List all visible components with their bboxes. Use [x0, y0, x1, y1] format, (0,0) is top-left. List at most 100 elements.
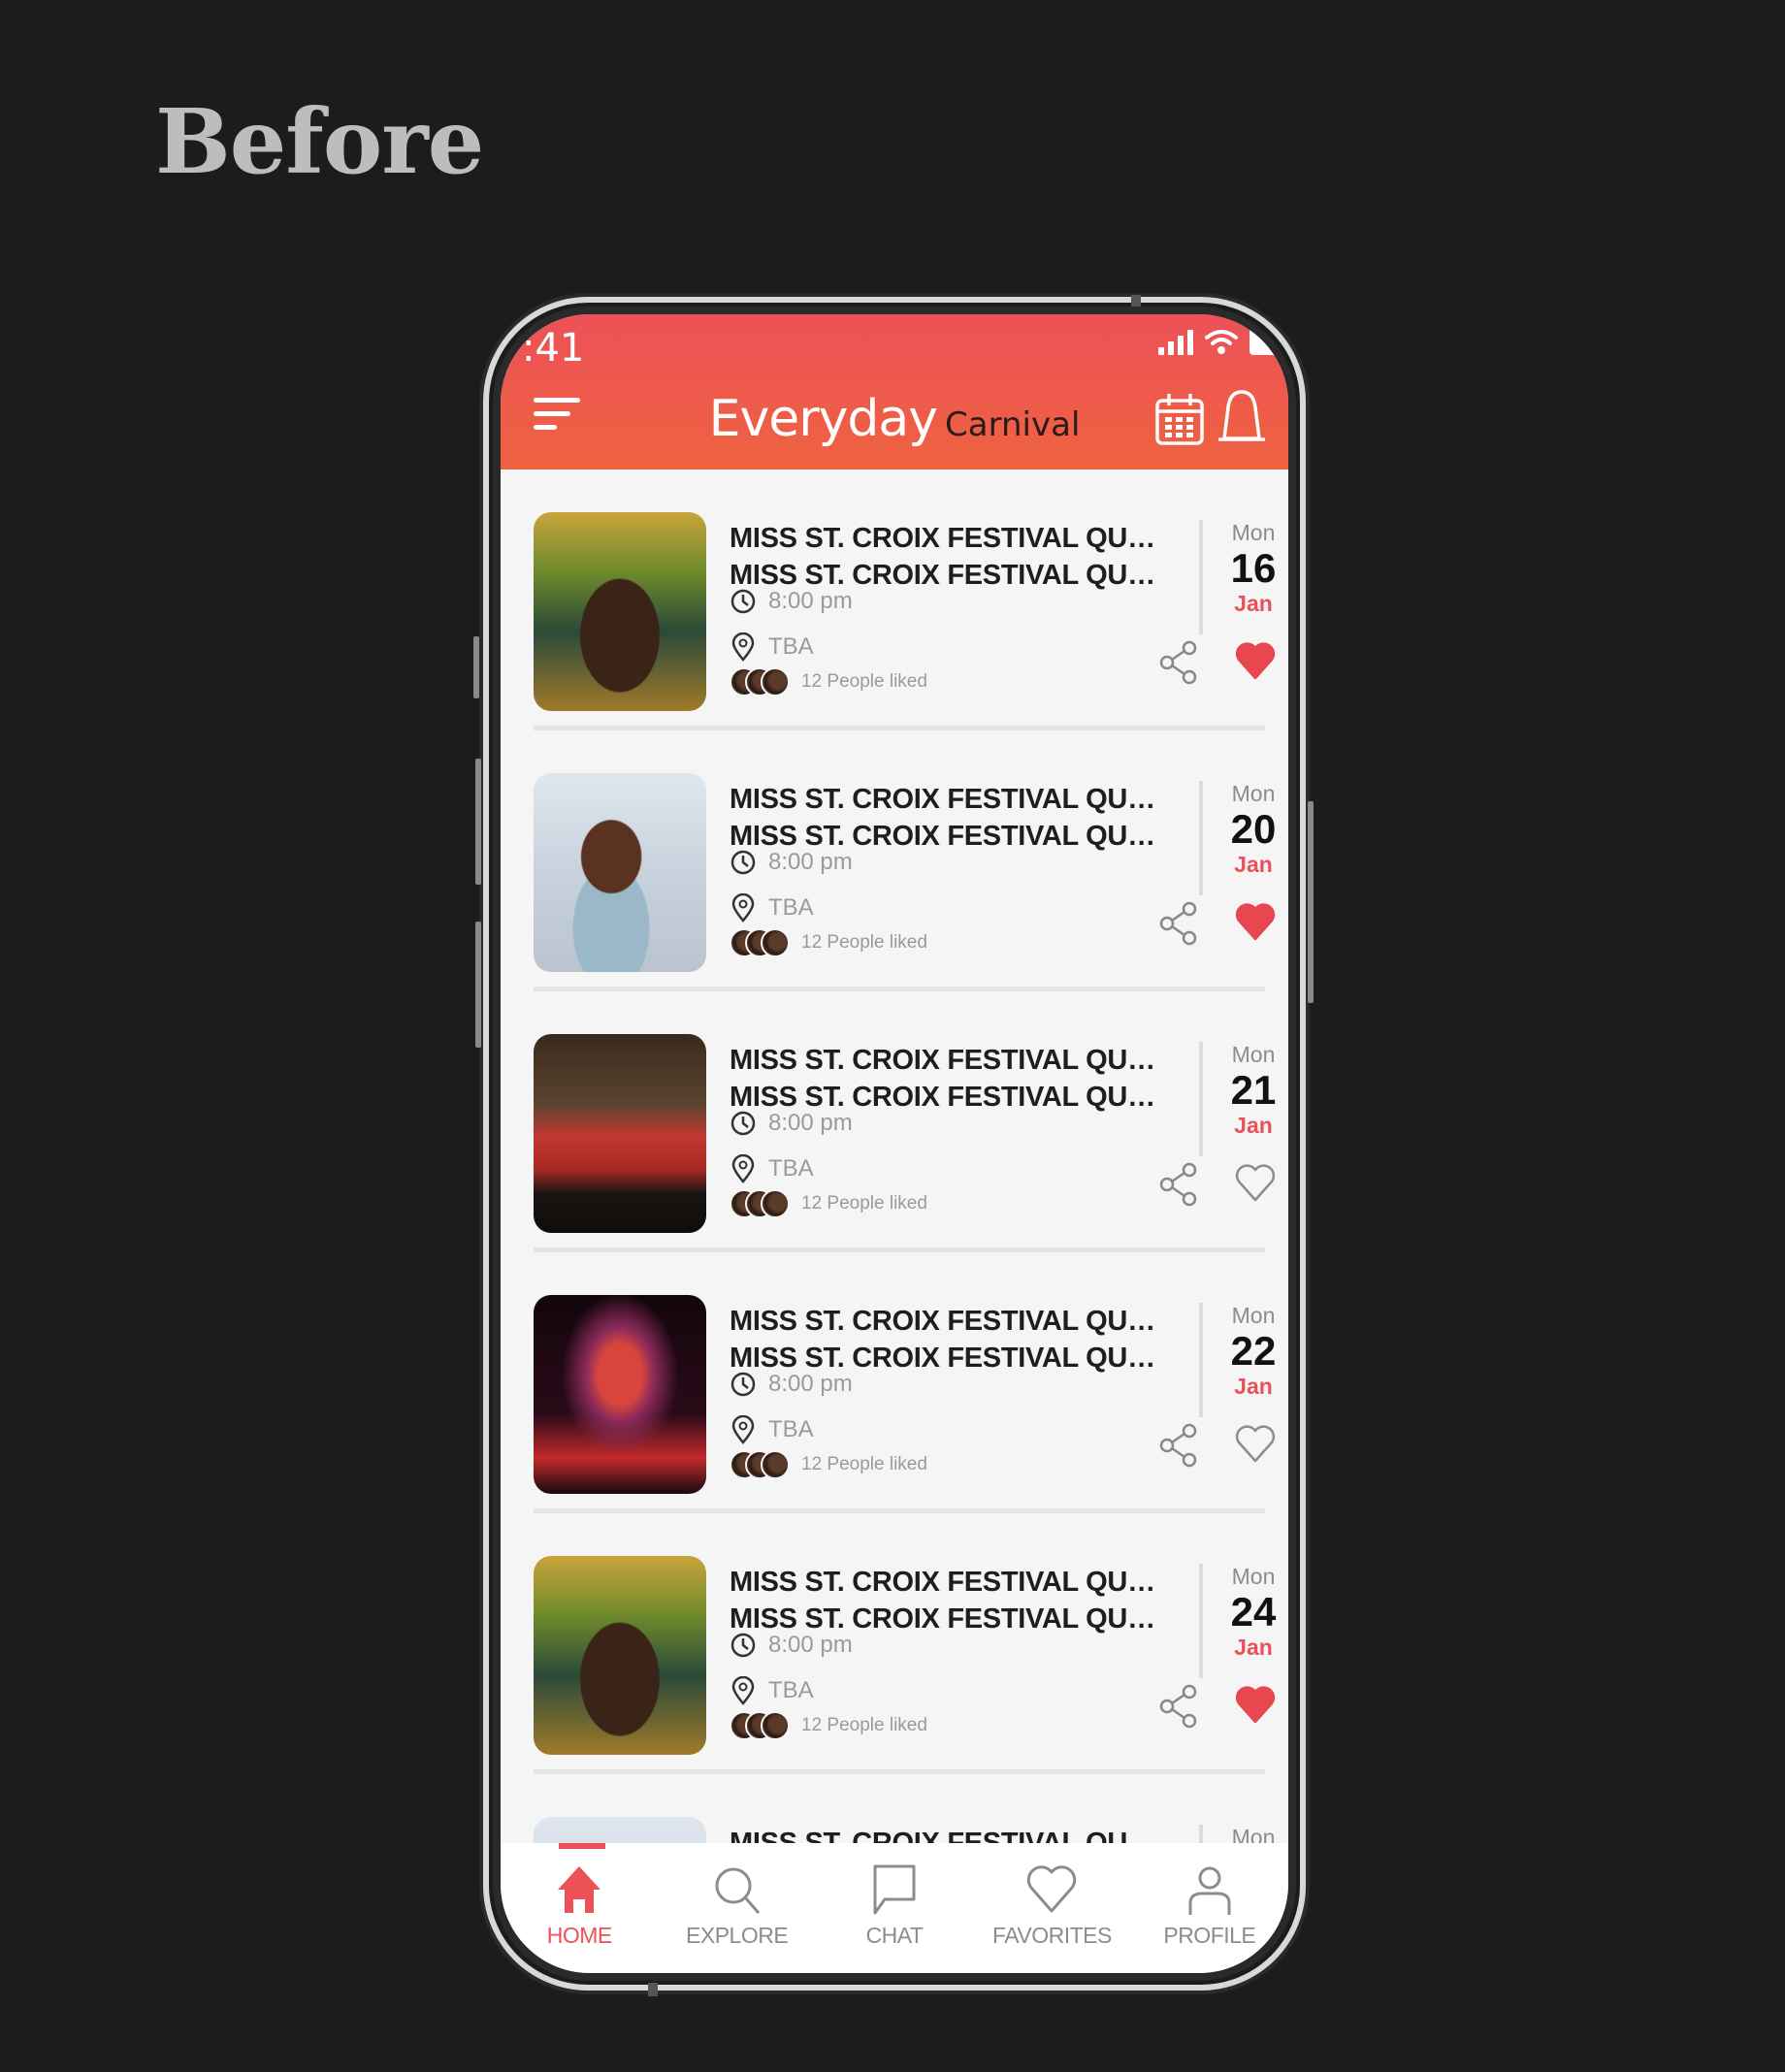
event-location: TBA — [730, 632, 814, 662]
date-divider — [1199, 1042, 1203, 1156]
location-pin-icon — [731, 1676, 755, 1705]
clock-icon — [730, 1372, 756, 1397]
calendar-icon[interactable] — [1154, 392, 1205, 446]
liker-avatars — [730, 1450, 790, 1479]
volume-down-button — [475, 922, 481, 1048]
favorite-heart-icon[interactable] — [1234, 1684, 1277, 1725]
event-location: TBA — [730, 1154, 814, 1183]
event-image — [534, 1034, 706, 1233]
antenna-line — [648, 1983, 658, 1996]
clock-icon — [730, 1633, 756, 1658]
location-pin-icon — [731, 632, 755, 662]
event-date: Mon 21 Jan — [1230, 1042, 1277, 1138]
likes-row: 12 People liked — [730, 667, 927, 696]
event-card[interactable]: MISS ST. CROIX FESTIVAL QUEEN MISS ST. CR… — [501, 1252, 1288, 1513]
event-image — [534, 1295, 706, 1494]
likes-row: 12 People liked — [730, 1450, 927, 1479]
nav-tab-profile[interactable]: PROFILE — [1131, 1843, 1288, 1973]
nav-tab-chat[interactable]: CHAT — [816, 1843, 973, 1973]
nav-tab-explore[interactable]: EXPLORE — [658, 1843, 815, 1973]
event-card[interactable]: MISS ST. CROIX FESTIVAL QUEEN MISS ST. CR… — [501, 991, 1288, 1252]
event-time: 8:00 pm — [730, 1110, 853, 1137]
favorite-heart-icon[interactable] — [1234, 1162, 1277, 1203]
likes-count: 12 People liked — [801, 671, 927, 692]
event-time: 8:00 pm — [730, 588, 853, 615]
clock-icon — [730, 1111, 756, 1136]
date-divider — [1199, 1564, 1203, 1678]
event-image — [534, 773, 706, 972]
favorite-heart-icon[interactable] — [1234, 901, 1277, 942]
event-title: MISS ST. CROIX FESTIVAL QUEEN MISS ST. CR… — [730, 784, 1156, 852]
likes-count: 12 People liked — [801, 932, 927, 953]
date-divider — [1199, 1303, 1203, 1417]
power-button — [1308, 801, 1314, 1003]
share-icon[interactable] — [1158, 1162, 1199, 1207]
page-heading: Before — [155, 89, 484, 194]
event-time: 8:00 pm — [730, 1371, 853, 1398]
chat-icon — [873, 1864, 916, 1915]
signal-icon — [1158, 328, 1193, 355]
date-divider — [1199, 781, 1203, 895]
bottom-navigation: HOME EXPLORE CHAT FAVORITES PROFILE — [501, 1843, 1288, 1973]
clock-icon — [730, 850, 756, 875]
event-time: 8:00 pm — [730, 849, 853, 876]
date-divider — [1199, 520, 1203, 634]
event-title: MISS ST. CROIX FESTIVAL QUEEN MISS ST. CR… — [730, 523, 1156, 591]
liker-avatars — [730, 667, 790, 696]
favorite-heart-icon[interactable] — [1234, 1423, 1277, 1464]
share-icon[interactable] — [1158, 640, 1199, 685]
event-list: MISS ST. CROIX FESTIVAL QUEEN MISS ST. CR… — [501, 469, 1288, 1973]
likes-row: 12 People liked — [730, 928, 927, 957]
notification-bell-icon[interactable] — [1217, 388, 1267, 446]
event-title: MISS ST. CROIX FESTIVAL QUEEN MISS ST. CR… — [730, 1045, 1156, 1113]
event-image — [534, 512, 706, 711]
event-image — [534, 1556, 706, 1755]
likes-count: 12 People liked — [801, 1454, 927, 1474]
location-pin-icon — [731, 1415, 755, 1444]
active-tab-indicator — [559, 1843, 605, 1849]
event-date: Mon 24 Jan — [1230, 1564, 1277, 1660]
liker-avatars — [730, 928, 790, 957]
event-date: Mon 20 Jan — [1230, 781, 1277, 877]
event-location: TBA — [730, 893, 814, 923]
profile-icon — [1188, 1866, 1231, 1915]
event-date: Mon 16 Jan — [1230, 520, 1277, 616]
likes-row: 12 People liked — [730, 1189, 927, 1218]
phone-screen: :41 Everyday Carnival MISS ST. CROIX FES… — [493, 307, 1296, 1981]
event-card[interactable]: MISS ST. CROIX FESTIVAL QUEEN MISS ST. CR… — [501, 469, 1288, 730]
likes-row: 12 People liked — [730, 1711, 927, 1740]
location-pin-icon — [731, 1154, 755, 1183]
app-title-sub: Carnival — [945, 405, 1081, 444]
wifi-icon — [1205, 330, 1238, 354]
event-location: TBA — [730, 1415, 814, 1444]
heart-icon — [1027, 1865, 1077, 1913]
event-title: MISS ST. CROIX FESTIVAL QUEEN MISS ST. CR… — [730, 1306, 1156, 1374]
share-icon[interactable] — [1158, 901, 1199, 946]
event-title: MISS ST. CROIX FESTIVAL QUEEN MISS ST. CR… — [730, 1567, 1156, 1635]
event-card[interactable]: MISS ST. CROIX FESTIVAL QUEEN MISS ST. CR… — [501, 730, 1288, 991]
liker-avatars — [730, 1711, 790, 1740]
volume-up-button — [475, 759, 481, 885]
event-time: 8:00 pm — [730, 1632, 853, 1659]
clock-icon — [730, 589, 756, 614]
favorite-heart-icon[interactable] — [1234, 640, 1277, 681]
event-date: Mon 22 Jan — [1230, 1303, 1277, 1399]
likes-count: 12 People liked — [801, 1715, 927, 1735]
mute-switch — [473, 636, 479, 698]
home-icon — [558, 1866, 601, 1913]
event-location: TBA — [730, 1676, 814, 1705]
share-icon[interactable] — [1158, 1684, 1199, 1729]
app-header: :41 Everyday Carnival — [501, 314, 1288, 469]
liker-avatars — [730, 1189, 790, 1218]
share-icon[interactable] — [1158, 1423, 1199, 1468]
likes-count: 12 People liked — [801, 1193, 927, 1214]
app-title-main: Everyday — [708, 390, 938, 448]
search-icon — [715, 1867, 760, 1914]
nav-tab-favorites[interactable]: FAVORITES — [973, 1843, 1130, 1973]
location-pin-icon — [731, 893, 755, 923]
status-time: :41 — [522, 326, 585, 371]
status-icons — [1158, 328, 1288, 355]
nav-tab-home[interactable]: HOME — [501, 1843, 658, 1973]
event-card[interactable]: MISS ST. CROIX FESTIVAL QUEEN MISS ST. CR… — [501, 1513, 1288, 1774]
battery-icon — [1250, 328, 1288, 355]
